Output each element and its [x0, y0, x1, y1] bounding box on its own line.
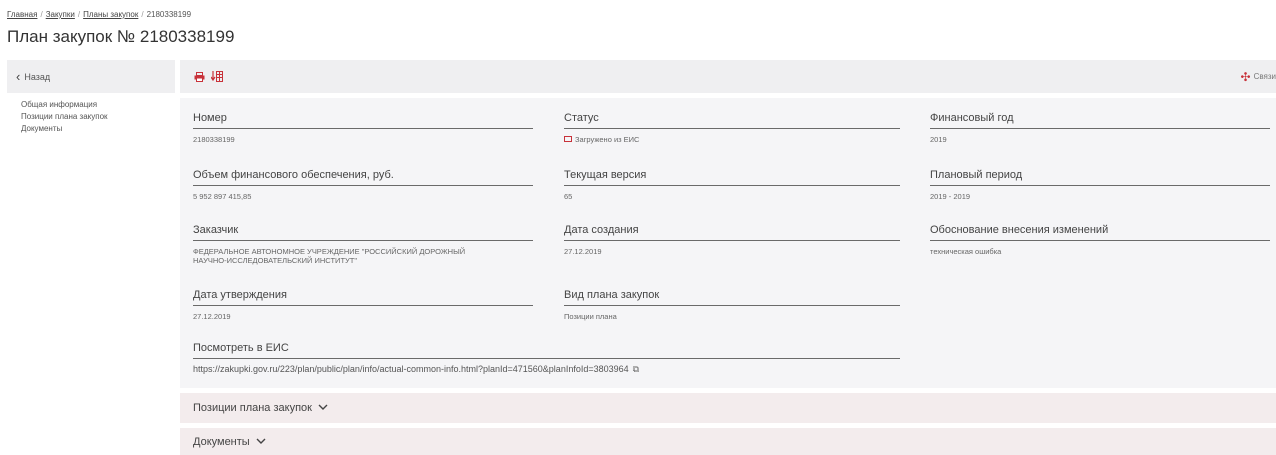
field-number: Номер 2180338199	[193, 112, 533, 144]
field-label: Текущая версия	[564, 169, 900, 186]
breadcrumb: Главная / Закупки / Планы закупок/2180338199	[7, 10, 191, 19]
field-approved: Дата утверждения 27.12.2019	[193, 289, 533, 321]
field-fin-year: Финансовый год 2019	[930, 112, 1270, 144]
field-label: Посмотреть в ЕИС	[193, 342, 900, 359]
page-title: План закупок № 2180338199	[7, 27, 235, 46]
field-value: 2180338199	[193, 135, 235, 144]
field-value: 27.12.2019	[564, 247, 602, 256]
nav-item-general-info[interactable]: Общая информация	[21, 99, 175, 111]
breadcrumb-link-home[interactable]: Главная	[7, 10, 37, 19]
section-title: Документы	[193, 435, 250, 448]
back-button[interactable]: ‹ Назад	[7, 60, 175, 93]
external-link-icon[interactable]: ⧉	[633, 364, 639, 374]
general-info-panel: Номер 2180338199 Статус Загружено из ЕИС…	[180, 98, 1276, 388]
field-value: 5 952 897 415,85	[193, 192, 252, 201]
export-icon[interactable]	[211, 71, 223, 82]
section-nav: Общая информация Позиции плана закупок Д…	[7, 93, 175, 135]
section-plan-positions[interactable]: Позиции плана закупок	[180, 393, 1276, 423]
field-created: Дата создания 27.12.2019	[564, 224, 900, 256]
section-documents[interactable]: Документы	[180, 428, 1276, 455]
field-label: Обоснование внесения изменений	[930, 224, 1270, 241]
breadcrumb-link-purchases[interactable]: Закупки	[46, 10, 75, 19]
field-plan-type: Вид плана закупок Позиции плана	[564, 289, 900, 321]
breadcrumb-link-plans[interactable]: Планы закупок	[83, 10, 138, 19]
field-label: Объем финансового обеспечения, руб.	[193, 169, 533, 186]
section-title: Позиции плана закупок	[193, 402, 312, 414]
field-label: Заказчик	[193, 224, 533, 241]
field-status: Статус Загружено из ЕИС	[564, 112, 900, 144]
nav-item-plan-positions[interactable]: Позиции плана закупок	[21, 111, 175, 123]
breadcrumb-separator: /	[77, 10, 81, 19]
field-label: Финансовый год	[930, 112, 1270, 129]
field-change-reason: Обоснование внесения изменений техническ…	[930, 224, 1270, 256]
chevron-down-icon	[256, 437, 266, 447]
field-value: ФЕДЕРАЛЬНОЕ АВТОНОМНОЕ УЧРЕЖДЕНИЕ "РОССИ…	[193, 247, 466, 265]
back-label: Назад	[24, 71, 51, 82]
field-label: Номер	[193, 112, 533, 129]
field-value: Позиции плана	[564, 312, 617, 321]
field-value: Загружено из ЕИС	[564, 135, 900, 144]
field-plan-period: Плановый период 2019 - 2019	[930, 169, 1270, 201]
breadcrumb-current: 2180338199	[146, 10, 192, 19]
field-label: Плановый период	[930, 169, 1270, 186]
printer-icon[interactable]	[194, 71, 205, 82]
left-panel: ‹ Назад Общая информация Позиции плана з…	[7, 60, 175, 135]
breadcrumb-separator: /	[141, 10, 144, 19]
field-value: 2019	[930, 135, 947, 144]
chevron-down-icon	[318, 403, 328, 413]
field-value: техническая ошибка	[930, 247, 1002, 256]
status-icon	[564, 136, 572, 143]
field-value: 2019 - 2019	[930, 192, 971, 201]
eis-link[interactable]: https://zakupki.gov.ru/223/plan/public/p…	[193, 364, 629, 374]
status-text: Загружено из ЕИС	[575, 135, 640, 144]
field-customer: Заказчик ФЕДЕРАЛЬНОЕ АВТОНОМНОЕ УЧРЕЖДЕН…	[193, 224, 533, 265]
breadcrumb-separator: /	[40, 10, 43, 19]
field-value: 65	[564, 192, 573, 201]
field-label: Статус	[564, 112, 900, 129]
field-value: https://zakupki.gov.ru/223/plan/public/p…	[193, 365, 900, 374]
nav-item-documents[interactable]: Документы	[21, 123, 175, 135]
links-icon: ✣	[1240, 69, 1251, 84]
field-version: Текущая версия 65	[564, 169, 900, 201]
toolbar: ✣ Связи	[180, 60, 1276, 93]
field-label: Дата утверждения	[193, 289, 533, 306]
field-fin-volume: Объем финансового обеспечения, руб. 5 95…	[193, 169, 533, 201]
field-label: Вид плана закупок	[564, 289, 900, 306]
links-button[interactable]: ✣ Связи	[1241, 60, 1276, 93]
links-label: Связи	[1253, 72, 1276, 81]
field-value: 27.12.2019	[193, 312, 231, 321]
field-label: Дата создания	[564, 224, 900, 241]
field-eis-link: Посмотреть в ЕИС https://zakupki.gov.ru/…	[193, 342, 900, 374]
chevron-left-icon: ‹	[16, 69, 21, 84]
